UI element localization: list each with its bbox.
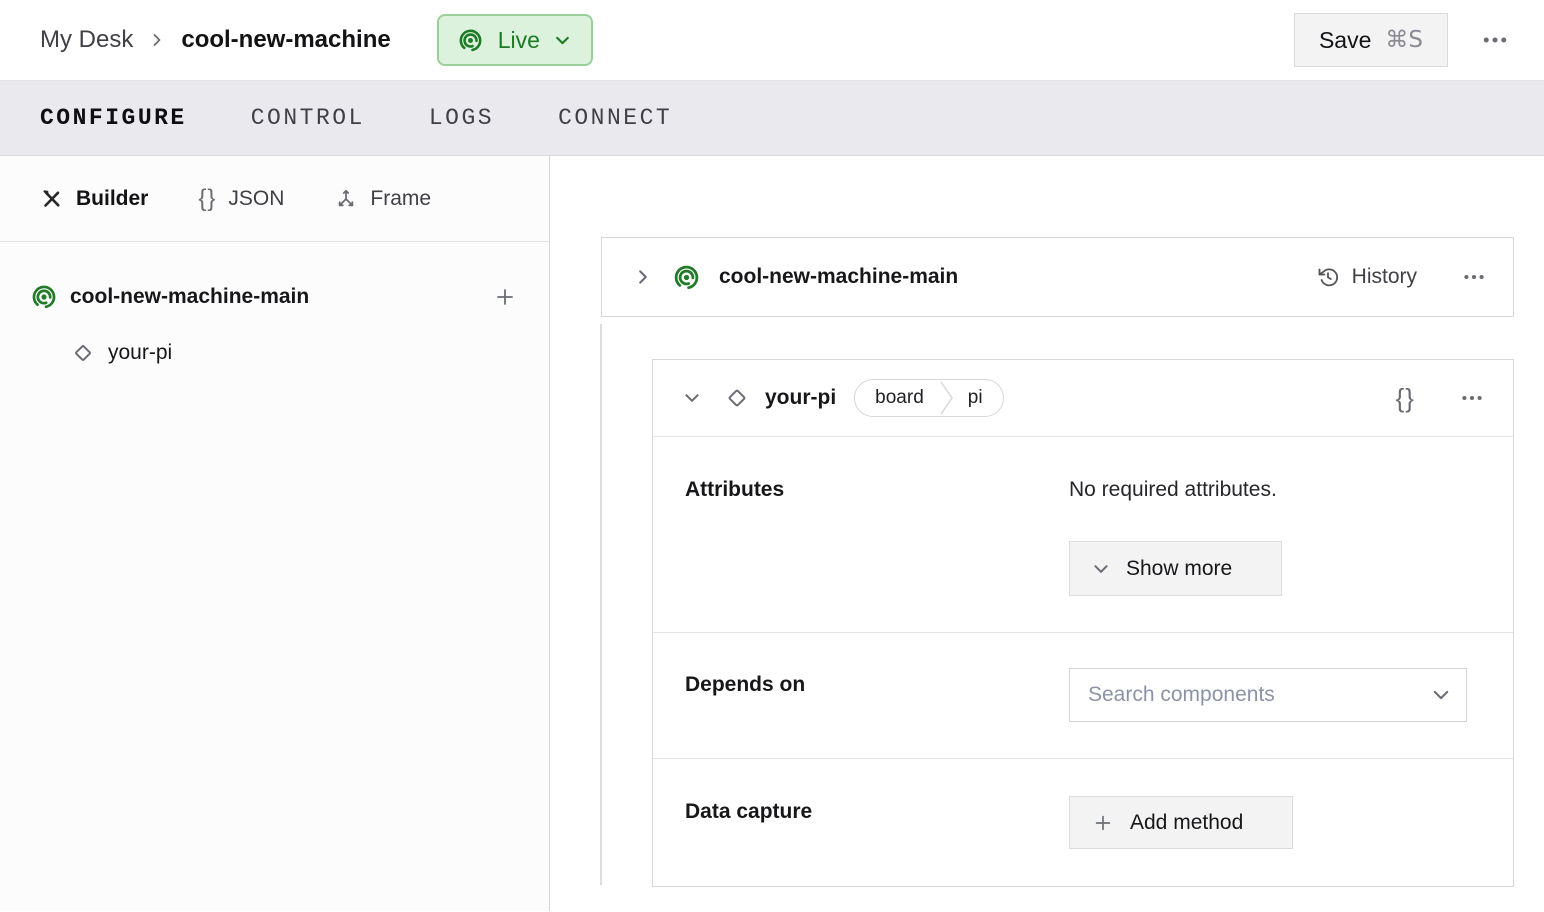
machine-part-title: cool-new-machine-main	[719, 265, 959, 288]
frame-axes-icon	[334, 187, 358, 211]
component-card-header: your-pi board pi {}	[653, 360, 1513, 436]
tab-builder[interactable]: Builder	[40, 187, 148, 211]
component-title: your-pi	[765, 386, 837, 409]
add-method-button[interactable]: Add method	[1069, 796, 1293, 849]
json-tab-label: JSON	[228, 186, 285, 210]
save-button[interactable]: Save ⌘S	[1293, 13, 1448, 67]
machine-part-icon	[30, 283, 58, 311]
ellipsis-icon	[1464, 274, 1484, 280]
builder-tab-label: Builder	[76, 186, 149, 210]
component-model: pi	[967, 387, 983, 408]
breadcrumb-parent-link[interactable]: My Desk	[40, 26, 133, 54]
tab-control[interactable]: CONTROL	[251, 105, 365, 131]
attributes-empty-message: No required attributes.	[1069, 478, 1277, 501]
edit-json-button[interactable]: {}	[1396, 383, 1415, 414]
collapse-chevron-down-icon[interactable]	[683, 389, 701, 407]
broadcast-icon	[457, 27, 484, 54]
add-component-button[interactable]	[493, 285, 517, 309]
machine-name-title: cool-new-machine	[181, 26, 391, 53]
attributes-label: Attributes	[685, 478, 785, 501]
show-more-button[interactable]: Show more	[1069, 541, 1282, 596]
config-view-tabs: Builder {} JSON Frame	[0, 156, 549, 242]
history-button[interactable]: History	[1316, 265, 1417, 289]
data-capture-label: Data capture	[685, 800, 813, 823]
top-bar: My Desk cool-new-machine Live Save ⌘S	[0, 0, 1544, 81]
tab-frame[interactable]: Frame	[334, 187, 431, 211]
save-shortcut-hint: ⌘S	[1385, 27, 1423, 53]
tree-item-machine-part[interactable]: cool-new-machine-main	[0, 275, 549, 319]
breadcrumb: My Desk cool-new-machine	[40, 26, 391, 54]
tree-item-label: your-pi	[108, 341, 173, 364]
component-diamond-icon	[723, 384, 751, 412]
depends-on-select	[1069, 668, 1467, 722]
attributes-section: Attributes No required attributes. Show …	[653, 437, 1513, 632]
curly-braces-icon: {}	[198, 184, 217, 212]
chevron-down-icon	[554, 32, 571, 49]
depends-on-section: Depends on	[653, 633, 1513, 758]
machine-card-menu-button[interactable]	[1461, 264, 1487, 290]
show-more-label: Show more	[1126, 556, 1233, 580]
save-label: Save	[1318, 26, 1372, 53]
component-type-badge: board pi	[854, 379, 1004, 417]
component-card-your-pi: your-pi board pi {} Attributes No requir…	[652, 359, 1514, 887]
live-label: Live	[497, 26, 540, 53]
history-icon	[1316, 265, 1340, 289]
tab-connect[interactable]: CONNECT	[558, 105, 672, 131]
expand-chevron-right-icon[interactable]	[634, 268, 652, 286]
component-card-menu-button[interactable]	[1459, 385, 1485, 411]
add-method-label: Add method	[1130, 810, 1244, 834]
search-components-input[interactable]	[1069, 668, 1467, 722]
depends-on-label: Depends on	[685, 673, 806, 696]
tab-configure[interactable]: CONFIGURE	[40, 105, 187, 131]
main-nav-tabs: CONFIGURE CONTROL LOGS CONNECT	[0, 81, 1544, 156]
history-label: History	[1351, 265, 1417, 288]
tree-item-your-pi[interactable]: your-pi	[0, 331, 549, 375]
tab-logs[interactable]: LOGS	[429, 105, 494, 131]
data-capture-section: Data capture Add method	[653, 759, 1513, 886]
ellipsis-icon	[1462, 395, 1482, 401]
live-status-dropdown[interactable]: Live	[436, 14, 593, 66]
tab-json[interactable]: {} JSON	[198, 185, 284, 213]
tree-item-label: cool-new-machine-main	[70, 285, 310, 308]
component-diamond-icon	[70, 340, 96, 366]
config-main-panel: cool-new-machine-main History your-pi bo…	[550, 156, 1544, 911]
component-tree: cool-new-machine-main your-pi	[0, 242, 549, 375]
tree-connector-line	[600, 324, 602, 885]
config-sidebar: Builder {} JSON Frame cool-new-machine-m…	[0, 156, 550, 911]
chevron-right-icon	[149, 32, 165, 48]
frame-tab-label: Frame	[370, 186, 432, 210]
badge-separator-chevron-icon	[940, 381, 954, 415]
component-type: board	[875, 387, 924, 408]
machine-part-icon	[672, 263, 701, 292]
more-menu-button[interactable]	[1480, 25, 1510, 55]
wrench-screwdriver-icon	[40, 187, 64, 211]
machine-part-card: cool-new-machine-main History	[601, 237, 1514, 317]
ellipsis-icon	[1483, 37, 1507, 43]
chevron-down-icon	[1092, 560, 1110, 578]
plus-icon	[1092, 812, 1114, 834]
